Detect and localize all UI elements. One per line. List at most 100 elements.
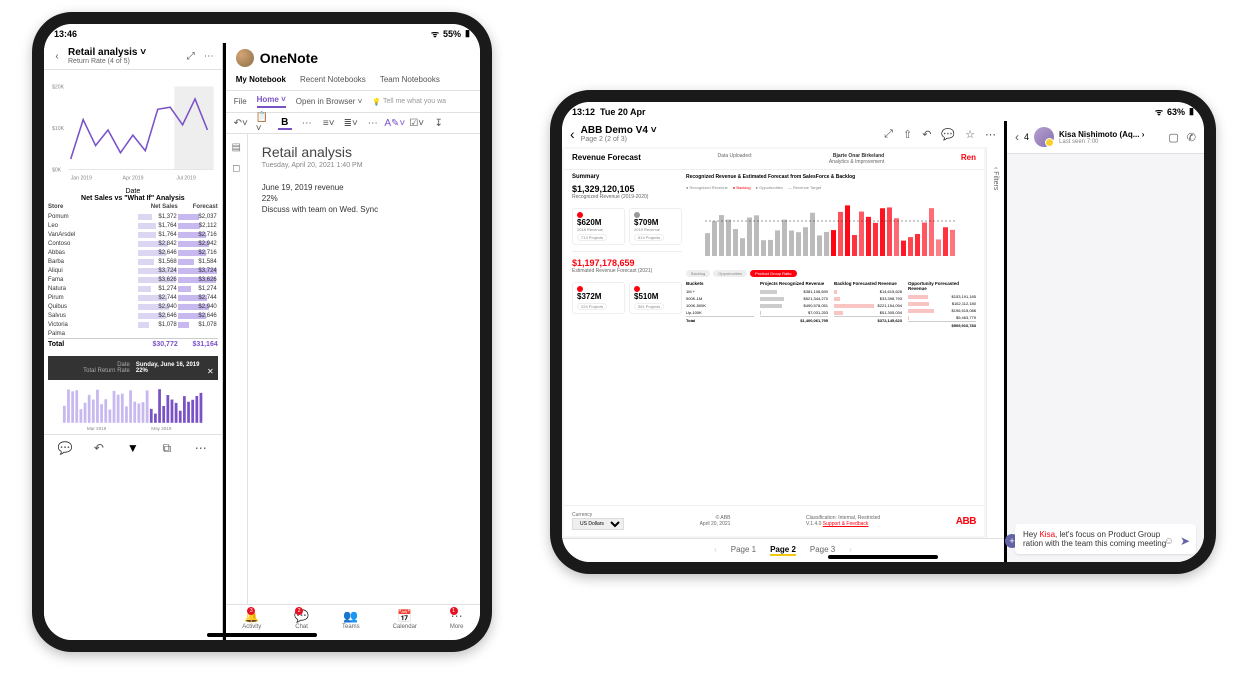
table-row[interactable]: Aliqui $3,724 $3,724	[48, 266, 218, 275]
more-list-icon[interactable]: ⋯	[366, 116, 380, 130]
number-list-icon[interactable]: ≣˅	[344, 116, 358, 130]
powerbi-toolbar: 💬 ↶ ▼ ⧉ ⋯	[44, 434, 222, 461]
more-icon[interactable]: ⋯	[202, 49, 216, 63]
kpi-card[interactable]: $510M581 Projects	[629, 282, 682, 314]
prev-page-icon[interactable]: ‹	[714, 545, 717, 556]
emoji-icon[interactable]: ☺	[1164, 536, 1174, 547]
table-row[interactable]: Quibus $2,940 $2,940	[48, 302, 218, 311]
page-tab-2[interactable]: Page 2	[770, 545, 796, 556]
currency-select[interactable]: US Dollars	[572, 518, 624, 530]
table-row[interactable]: Natura $1,274 $1,274	[48, 284, 218, 293]
undo-icon[interactable]: ↶	[92, 441, 106, 455]
home-indicator[interactable]	[828, 555, 938, 559]
table-row[interactable]: Barba $1,568 $1,584	[48, 257, 218, 266]
avatar[interactable]	[1034, 127, 1054, 147]
comment-icon[interactable]: 💬	[941, 128, 955, 141]
back-icon[interactable]: ‹	[1015, 130, 1019, 144]
report-canvas[interactable]: Revenue Forecast Data Uploaded: Bjarte O…	[564, 149, 984, 536]
more-format-icon[interactable]: ⋯	[300, 116, 314, 130]
analysis-table[interactable]: Net Sales vs "What If" Analysis Store Ne…	[44, 195, 222, 350]
kpi-card[interactable]: $372M224 Projects	[572, 282, 625, 314]
table-row[interactable]: Contoso $2,842 $2,942	[48, 239, 218, 248]
home-indicator[interactable]	[207, 633, 317, 637]
tab-my-notebook[interactable]: My Notebook	[236, 75, 286, 88]
line-chart[interactable]: $20K $10K $0K Jan 2019 Apr 2019 Jul 2019	[44, 70, 222, 190]
forecast-bar-chart[interactable]	[686, 196, 976, 266]
nav-calendar[interactable]: 📅Calendar	[393, 609, 417, 630]
clipboard-icon[interactable]: 📋˅	[256, 116, 270, 130]
more-icon[interactable]: ⋯	[985, 128, 996, 141]
report-title[interactable]: Retail analysis ˅	[68, 47, 180, 58]
table-row[interactable]: Palma	[48, 329, 218, 338]
report-subtitle: Return Rate (4 of 5)	[68, 58, 180, 65]
nav-chat[interactable]: 2💬Chat	[294, 609, 309, 630]
send-icon[interactable]: ➤	[1180, 534, 1190, 548]
ribbon-open-browser[interactable]: Open in Browser ˅	[296, 97, 363, 106]
insert-icon[interactable]: ↧	[432, 116, 446, 130]
contact-name[interactable]: Kisa Nishimoto (Aq... ›	[1059, 130, 1163, 139]
expand-icon[interactable]: ⤢	[184, 49, 198, 63]
ribbon-file[interactable]: File	[234, 97, 247, 106]
undo-icon[interactable]: ↶	[922, 128, 931, 141]
table-row[interactable]: Pomum $1,372 $2,037	[48, 212, 218, 221]
back-icon[interactable]: ‹	[50, 49, 64, 63]
battery-icon: ▮	[465, 28, 470, 39]
note-canvas[interactable]: Retail analysis Tuesday, April 20, 2021 …	[248, 134, 480, 604]
app-title: OneNote	[260, 50, 318, 66]
tell-me-search[interactable]: 💡 Tell me what you wa	[372, 98, 446, 106]
nav-teams[interactable]: 👥Teams	[342, 609, 360, 630]
bold-button[interactable]: B	[278, 116, 292, 130]
tag-icon[interactable]: ☑˅	[410, 116, 424, 130]
table-row[interactable]: Fama $3,626 $3,626	[48, 275, 218, 284]
copy-icon[interactable]: ⧉	[160, 441, 174, 455]
styles-icon[interactable]: A✎˅	[388, 116, 402, 130]
table-row[interactable]: Pirum $2,744 $2,744	[48, 293, 218, 302]
chart-tooltip: DateSunday, June 16, 2019 Total Return R…	[48, 356, 218, 380]
table-row[interactable]: Salvus $2,646 $2,646	[48, 311, 218, 320]
tab-recent[interactable]: Recent Notebooks	[300, 75, 366, 88]
tab-team[interactable]: Team Notebooks	[380, 75, 440, 88]
filter-icon[interactable]: ▼	[126, 441, 140, 455]
battery-pct: 63%	[1167, 107, 1185, 117]
video-call-icon[interactable]: ▢	[1168, 131, 1178, 144]
back-icon[interactable]: ‹	[570, 126, 575, 142]
kpi-card[interactable]: $709M2019 Revenue614 Projects	[629, 208, 682, 245]
ipad-right-frame: 13:12 Tue 20 Apr ᯤ 63% ▮ ‹ ABB Demo V4 ˅…	[550, 90, 1216, 574]
doc-title[interactable]: ABB Demo V4 ˅	[581, 125, 657, 136]
ribbon-home[interactable]: Home ˅	[257, 95, 286, 108]
more-icon[interactable]: ⋯	[194, 441, 208, 455]
svg-text:Apr 2019: Apr 2019	[123, 176, 144, 182]
bullet-list-icon[interactable]: ≡˅	[322, 116, 336, 130]
sections-icon[interactable]: ▤	[232, 142, 241, 153]
tab-product-group[interactable]: Product Group Ratio	[750, 270, 796, 277]
share-icon[interactable]: ⇧	[903, 128, 912, 141]
return-rate-histogram[interactable]: Mar 2019 May 2019	[44, 384, 222, 434]
nav-more[interactable]: 1⋯More	[450, 609, 464, 630]
tab-backlog[interactable]: Backlog	[686, 270, 710, 277]
chat-thread[interactable]: + Hey Kisa, let's focus on Product Group…	[1007, 154, 1204, 562]
kpi-card[interactable]: $620M2018 Revenue713 Projects	[572, 208, 625, 245]
nav-activity[interactable]: 3🔔Activity	[242, 609, 261, 630]
undo-icon[interactable]: ↶˅	[234, 116, 248, 130]
table-row[interactable]: Victoria $1,078 $1,078	[48, 320, 218, 329]
table-row[interactable]: Leo $1,764 $2,112	[48, 221, 218, 230]
page-title: Retail analysis	[262, 144, 466, 160]
page-tab-1[interactable]: Page 1	[731, 545, 756, 556]
avatar[interactable]	[236, 49, 254, 67]
table-row[interactable]: VanArsdel $1,764 $2,716	[48, 230, 218, 239]
favorite-icon[interactable]: ☆	[965, 128, 975, 141]
chat-count: 4	[1024, 132, 1029, 142]
filters-handle[interactable]: ‹ Filters	[986, 147, 1004, 538]
close-icon[interactable]: ✕	[207, 367, 214, 376]
status-bar-left: 13:46 ᯤ 55% ▮	[44, 24, 480, 43]
audio-call-icon[interactable]: ✆	[1187, 131, 1196, 144]
expand-icon[interactable]: ⤢	[884, 128, 893, 141]
pages-icon[interactable]: ◻	[232, 163, 240, 174]
chat-icon[interactable]: 💬	[58, 441, 72, 455]
support-link[interactable]: Support & Feedback	[823, 521, 869, 527]
tab-opportunities[interactable]: Opportunities	[713, 270, 747, 277]
compose-box[interactable]: Hey Kisa, let's focus on Product Group r…	[1015, 524, 1196, 554]
table-row[interactable]: Abbas $2,646 $2,716	[48, 248, 218, 257]
estimated-total: $1,197,178,659	[572, 258, 682, 268]
y-tick: $20K	[52, 85, 65, 91]
